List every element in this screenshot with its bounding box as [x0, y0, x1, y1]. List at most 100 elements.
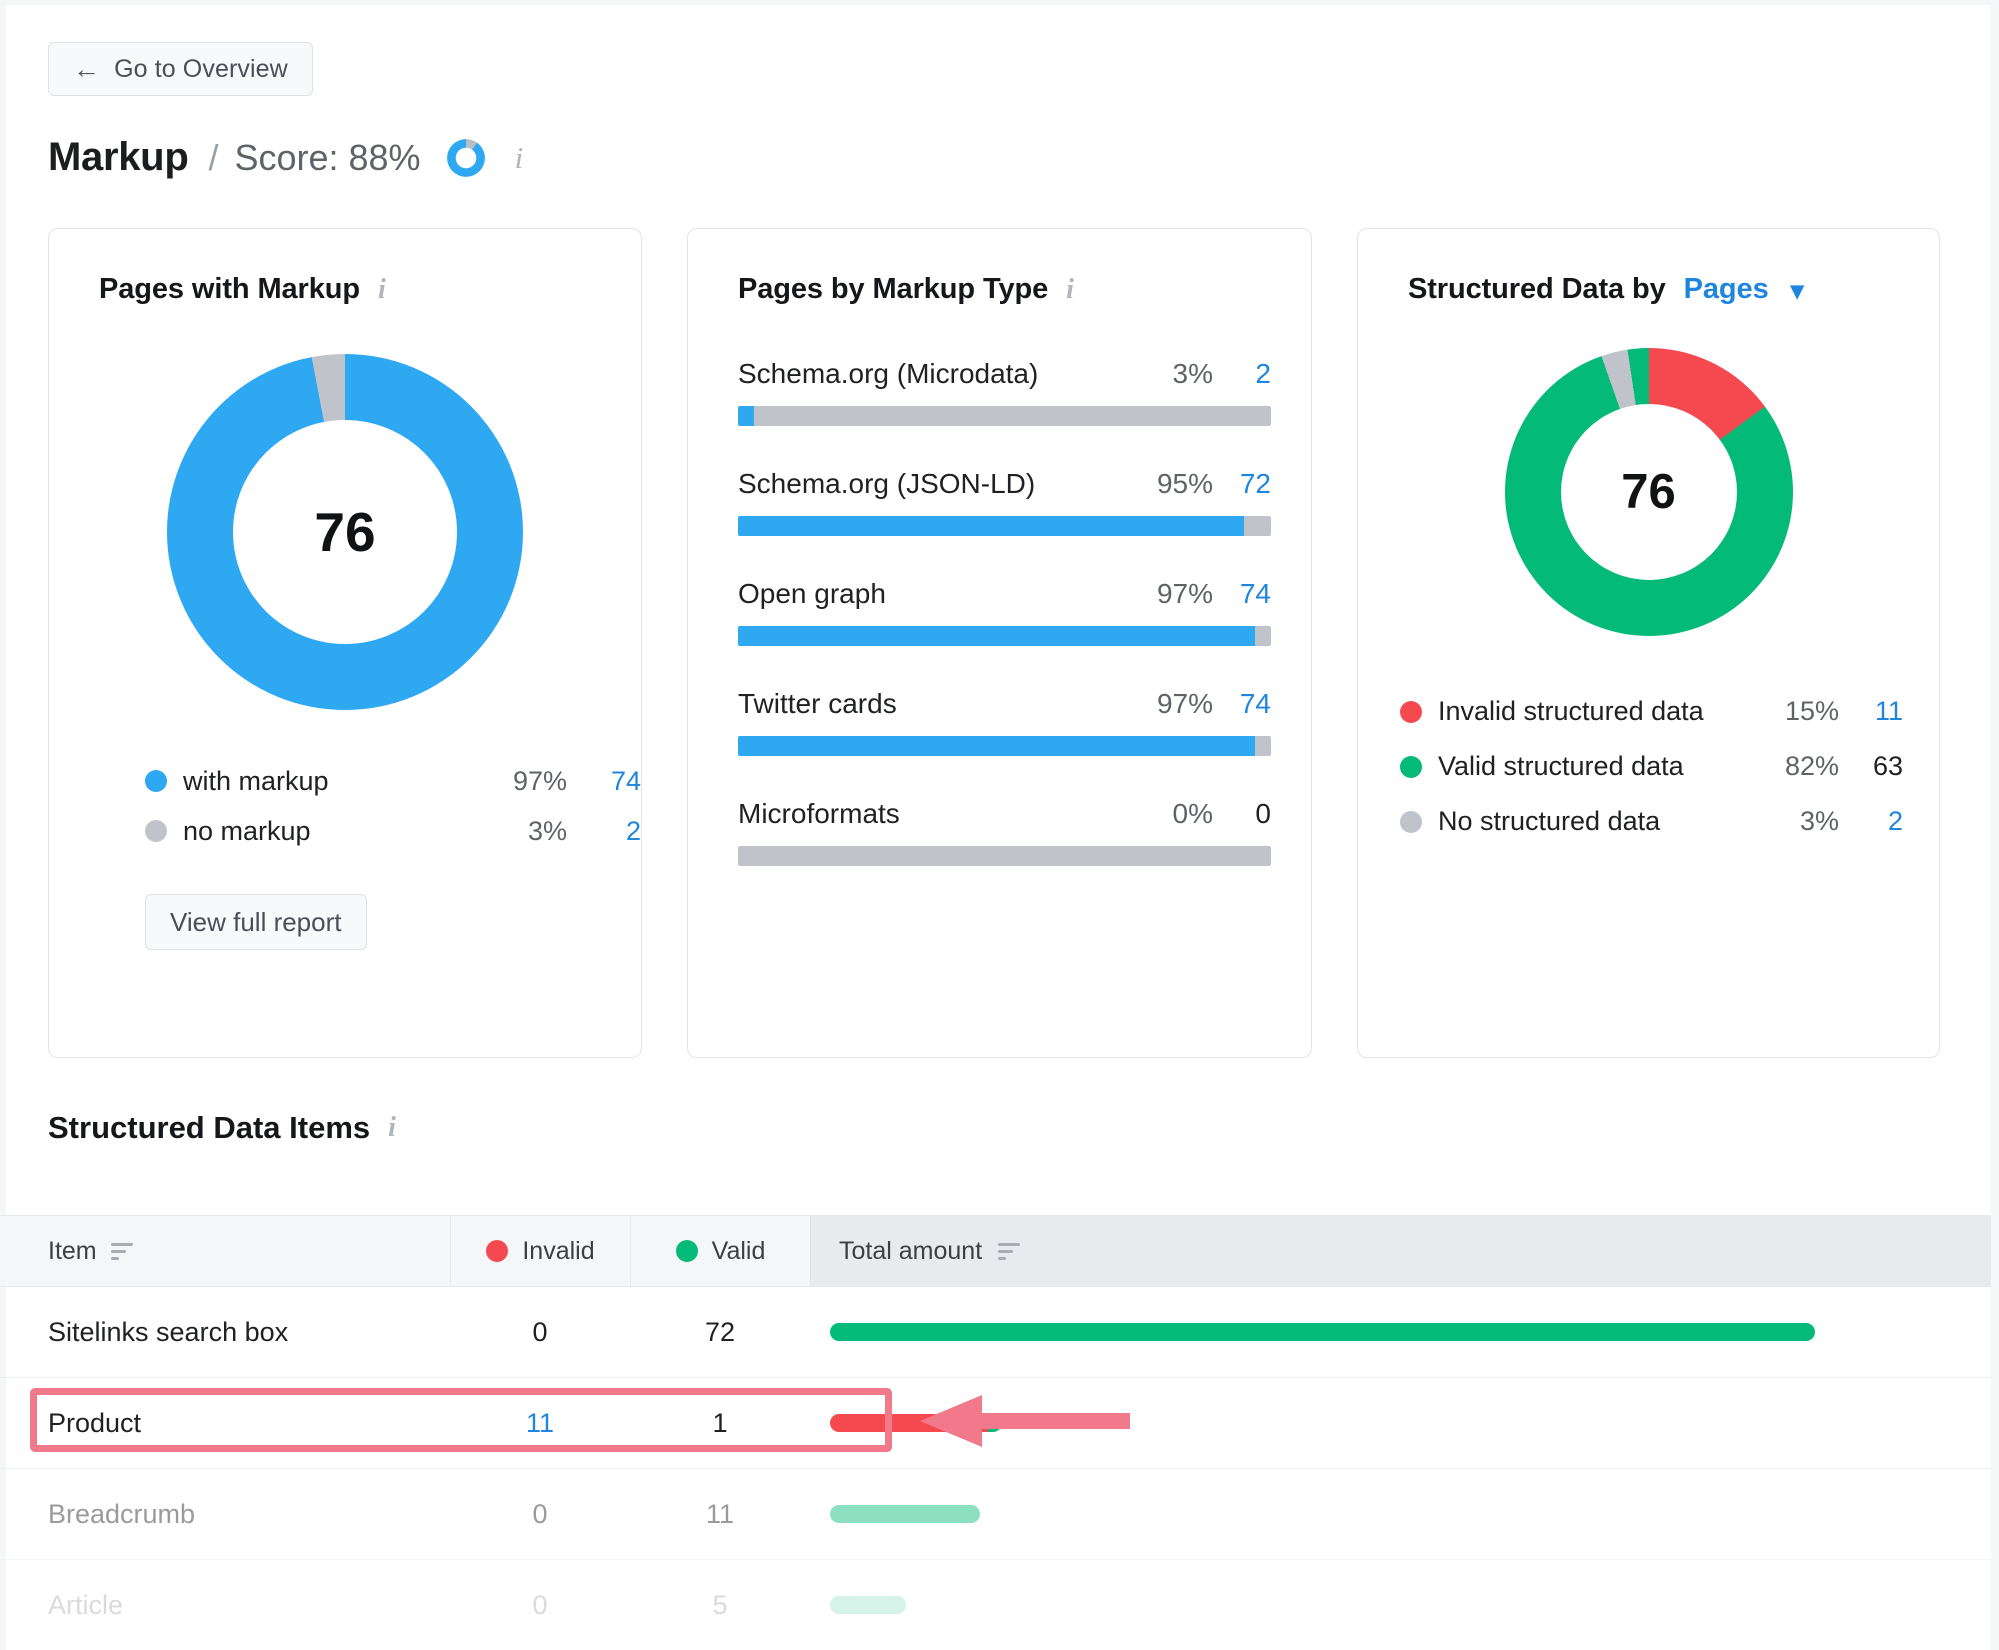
legend-label: Invalid structured data: [1438, 696, 1704, 726]
bar-segment-valid: [830, 1596, 906, 1614]
card-title-text: Structured Data by: [1408, 273, 1666, 305]
bar-fill: [738, 626, 1255, 646]
column-header-total-amount[interactable]: Total amount: [810, 1216, 1991, 1286]
bar-label: Microformats: [738, 798, 900, 829]
score-label: Score: 88%: [234, 136, 421, 178]
chevron-down-icon[interactable]: ▾: [1791, 277, 1804, 303]
info-icon[interactable]: i: [388, 1114, 396, 1142]
column-header-valid[interactable]: Valid: [630, 1216, 810, 1286]
structured-data-legend: Invalid structured data 15% 11 Valid str…: [1358, 684, 1939, 849]
structured-data-items-table: Item Invalid Valid Total amount Sitelink…: [0, 1215, 1991, 1650]
page-right-edge: [1991, 0, 1999, 1650]
legend-value[interactable]: 11: [1839, 696, 1903, 727]
legend-label: Valid structured data: [1438, 751, 1684, 781]
cell-item: Article: [48, 1589, 124, 1620]
view-full-report-button[interactable]: View full report: [145, 894, 367, 950]
legend-item: no markup 3% 2: [145, 806, 641, 856]
sort-icon[interactable]: [998, 1242, 1021, 1260]
bar-track: [738, 516, 1271, 536]
legend-value[interactable]: 2: [1839, 806, 1903, 837]
score-ring-icon: [446, 138, 485, 177]
column-label: Valid: [711, 1236, 766, 1265]
cell-total-bar: [810, 1287, 1991, 1377]
info-icon[interactable]: i: [515, 142, 524, 173]
card-pages-by-markup-type-title: Pages by Markup Type i: [688, 229, 1311, 306]
info-icon[interactable]: i: [378, 275, 386, 304]
bar-track: [738, 406, 1271, 426]
structured-data-donut: 76: [1358, 348, 1939, 636]
column-header-invalid[interactable]: Invalid: [450, 1216, 630, 1286]
column-header-item[interactable]: Item: [0, 1216, 450, 1286]
table-row[interactable]: Sitelinks search box 0 72: [0, 1287, 1991, 1378]
cell-valid: 1: [712, 1407, 728, 1438]
bar-track: [738, 846, 1271, 866]
bar-value[interactable]: 72: [1213, 468, 1271, 500]
bar-row: Schema.org (JSON-LD) 95% 72: [738, 468, 1271, 536]
bar-segment-valid: [830, 1323, 1815, 1341]
card-pages-with-markup: Pages with Markup i 76 with markup 97% 7…: [48, 228, 642, 1058]
bar-track: [738, 626, 1271, 646]
structured-data-by-selector[interactable]: Pages: [1684, 273, 1769, 306]
total-amount-bar: [830, 1323, 1815, 1341]
bar-value: 0: [1255, 798, 1271, 829]
total-amount-bar: [830, 1505, 980, 1523]
legend-label: No structured data: [1438, 806, 1661, 836]
page-title: Markup / Score: 88% i: [48, 135, 523, 180]
info-icon[interactable]: i: [1066, 275, 1074, 304]
bar-percent: 97%: [1156, 578, 1213, 609]
donut-chart: 76: [1504, 348, 1793, 636]
card-structured-data-by-title: Structured Data by Pages ▾: [1358, 229, 1939, 306]
cell-invalid: 0: [532, 1589, 548, 1620]
bar-value[interactable]: 74: [1213, 578, 1271, 610]
valid-dot-icon: [675, 1240, 698, 1262]
cell-item: Breadcrumb: [48, 1498, 196, 1529]
card-pages-by-markup-type: Pages by Markup Type i Schema.org (Micro…: [687, 228, 1312, 1058]
total-amount-bar: [830, 1414, 1002, 1432]
cell-invalid: 0: [532, 1316, 548, 1347]
total-amount-bar: [830, 1596, 906, 1614]
cell-item: Sitelinks search box: [48, 1316, 289, 1347]
donut-center-value: 76: [314, 501, 376, 563]
legend-item: Valid structured data 82% 63: [1400, 739, 1903, 794]
column-label: Invalid: [522, 1236, 595, 1265]
legend-item: Invalid structured data 15% 11: [1400, 684, 1903, 739]
cell-invalid: 0: [532, 1498, 548, 1529]
bar-segment-valid: [988, 1414, 1002, 1432]
bar-percent: 97%: [1156, 688, 1213, 719]
bar-fill: [738, 516, 1245, 536]
legend-percent: 97%: [512, 765, 567, 796]
summary-cards: Pages with Markup i 76 with markup 97% 7…: [48, 228, 1951, 1058]
legend-percent: 15%: [1784, 696, 1839, 726]
markup-report-page: ← Go to Overview Markup / Score: 88% i P…: [0, 0, 1999, 1650]
go-to-overview-button[interactable]: ← Go to Overview: [48, 42, 313, 96]
table-row[interactable]: Product 11 1: [0, 1378, 1991, 1469]
bar-segment-invalid: [830, 1414, 989, 1432]
page-top-edge: [0, 0, 1999, 5]
view-full-report-label: View full report: [170, 906, 342, 937]
table-row[interactable]: Breadcrumb 0 11: [0, 1469, 1991, 1560]
sort-icon[interactable]: [110, 1242, 133, 1260]
cell-valid: 11: [705, 1498, 735, 1529]
bar-row: Microformats 0% 0: [738, 798, 1271, 866]
title-separator: /: [208, 136, 219, 178]
cell-total-bar: [810, 1560, 1991, 1650]
table-row[interactable]: Article 0 5: [0, 1560, 1991, 1650]
legend-dot-with-markup: [145, 770, 167, 792]
legend-percent: 3%: [1799, 806, 1839, 836]
legend-dot-no-markup: [145, 820, 167, 842]
legend-value[interactable]: 74: [567, 766, 641, 797]
legend-value[interactable]: 2: [567, 816, 641, 847]
legend-item: with markup 97% 74: [145, 756, 641, 806]
legend-label: no markup: [183, 815, 311, 846]
structured-data-items-heading: Structured Data Items i: [48, 1110, 396, 1146]
cell-invalid[interactable]: 11: [450, 1378, 630, 1468]
legend-dot-none: [1400, 810, 1422, 833]
table-header-row: Item Invalid Valid Total amount: [0, 1215, 1991, 1287]
bar-label: Twitter cards: [738, 688, 897, 719]
bar-fill: [738, 736, 1255, 756]
legend-value: 63: [1872, 751, 1903, 781]
invalid-dot-icon: [486, 1240, 509, 1262]
bar-value[interactable]: 74: [1213, 688, 1271, 720]
bar-row: Open graph 97% 74: [738, 578, 1271, 646]
bar-value[interactable]: 2: [1213, 358, 1271, 390]
